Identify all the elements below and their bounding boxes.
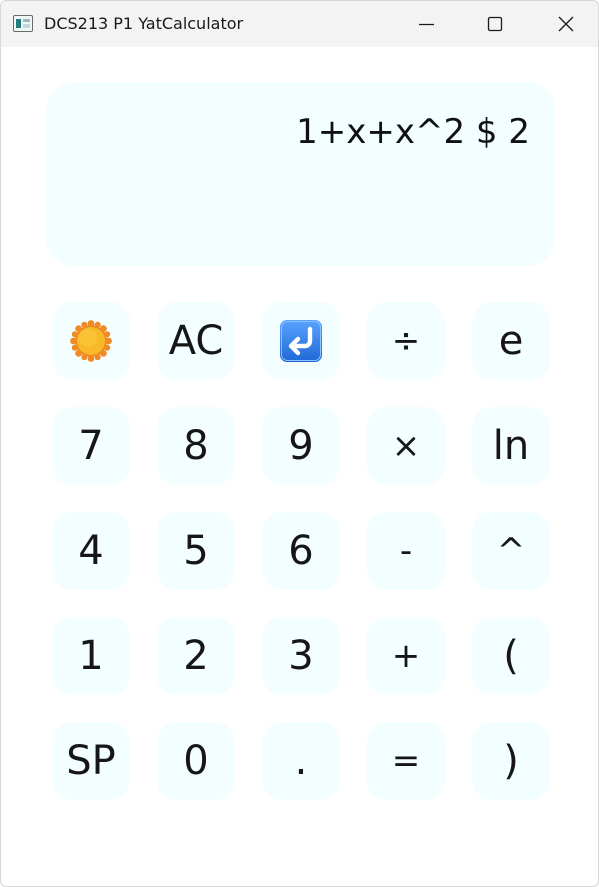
calculator-window: DCS213 P1 YatCalculator 1+x+x^2 $ 2 AC ÷… (0, 0, 599, 887)
key-label: 6 (288, 528, 314, 574)
sun-icon (70, 320, 112, 362)
digit-1-button[interactable]: 1 (52, 617, 130, 695)
key-label: 7 (78, 423, 104, 469)
key-label: ) (503, 738, 519, 784)
expression-text: 1+x+x^2 $ 2 (296, 112, 530, 152)
digit-9-button[interactable]: 9 (262, 407, 340, 485)
key-label: ( (503, 633, 519, 679)
key-label: = (391, 741, 421, 781)
digit-4-button[interactable]: 4 (52, 512, 130, 590)
theme-toggle-button[interactable] (52, 302, 130, 380)
key-label: SP (66, 738, 116, 784)
key-label: 8 (183, 423, 209, 469)
close-icon (558, 16, 574, 32)
natural-log-button[interactable]: ln (472, 407, 550, 485)
key-label: 4 (78, 528, 104, 574)
subtract-button[interactable]: - (367, 512, 445, 590)
add-button[interactable]: + (367, 617, 445, 695)
key-label: 0 (183, 738, 209, 784)
key-label: e (498, 318, 524, 364)
expression-display: 1+x+x^2 $ 2 (46, 82, 555, 266)
key-label: ÷ (391, 321, 421, 361)
key-label: ^ (496, 531, 526, 571)
minimize-button[interactable] (403, 1, 449, 47)
backspace-button[interactable] (262, 302, 340, 380)
digit-5-button[interactable]: 5 (157, 512, 235, 590)
digit-8-button[interactable]: 8 (157, 407, 235, 485)
digit-3-button[interactable]: 3 (262, 617, 340, 695)
maximize-icon (487, 16, 503, 32)
title-bar[interactable]: DCS213 P1 YatCalculator (1, 1, 598, 47)
euler-constant-button[interactable]: e (472, 302, 550, 380)
app-icon (13, 15, 33, 32)
close-paren-button[interactable]: ) (472, 722, 550, 800)
key-label: × (391, 426, 421, 466)
key-label: 3 (288, 633, 314, 679)
key-label: 1 (78, 633, 104, 679)
key-label: ln (492, 423, 530, 469)
window-title: DCS213 P1 YatCalculator (44, 14, 244, 33)
divide-button[interactable]: ÷ (367, 302, 445, 380)
key-label: 2 (183, 633, 209, 679)
key-label: 9 (288, 423, 314, 469)
key-label: 5 (183, 528, 209, 574)
multiply-button[interactable]: × (367, 407, 445, 485)
maximize-button[interactable] (472, 1, 518, 47)
digit-0-button[interactable]: 0 (157, 722, 235, 800)
return-arrow-icon (280, 320, 322, 362)
digit-7-button[interactable]: 7 (52, 407, 130, 485)
key-label: + (391, 636, 421, 676)
decimal-point-button[interactable]: . (262, 722, 340, 800)
equals-button[interactable]: = (367, 722, 445, 800)
digit-6-button[interactable]: 6 (262, 512, 340, 590)
sp-button[interactable]: SP (52, 722, 130, 800)
close-button[interactable] (543, 1, 589, 47)
key-label: . (294, 738, 308, 784)
key-label: - (399, 531, 413, 571)
open-paren-button[interactable]: ( (472, 617, 550, 695)
digit-2-button[interactable]: 2 (157, 617, 235, 695)
power-button[interactable]: ^ (472, 512, 550, 590)
clear-all-button[interactable]: AC (157, 302, 235, 380)
key-label: AC (168, 318, 224, 364)
minimize-icon (419, 23, 434, 26)
